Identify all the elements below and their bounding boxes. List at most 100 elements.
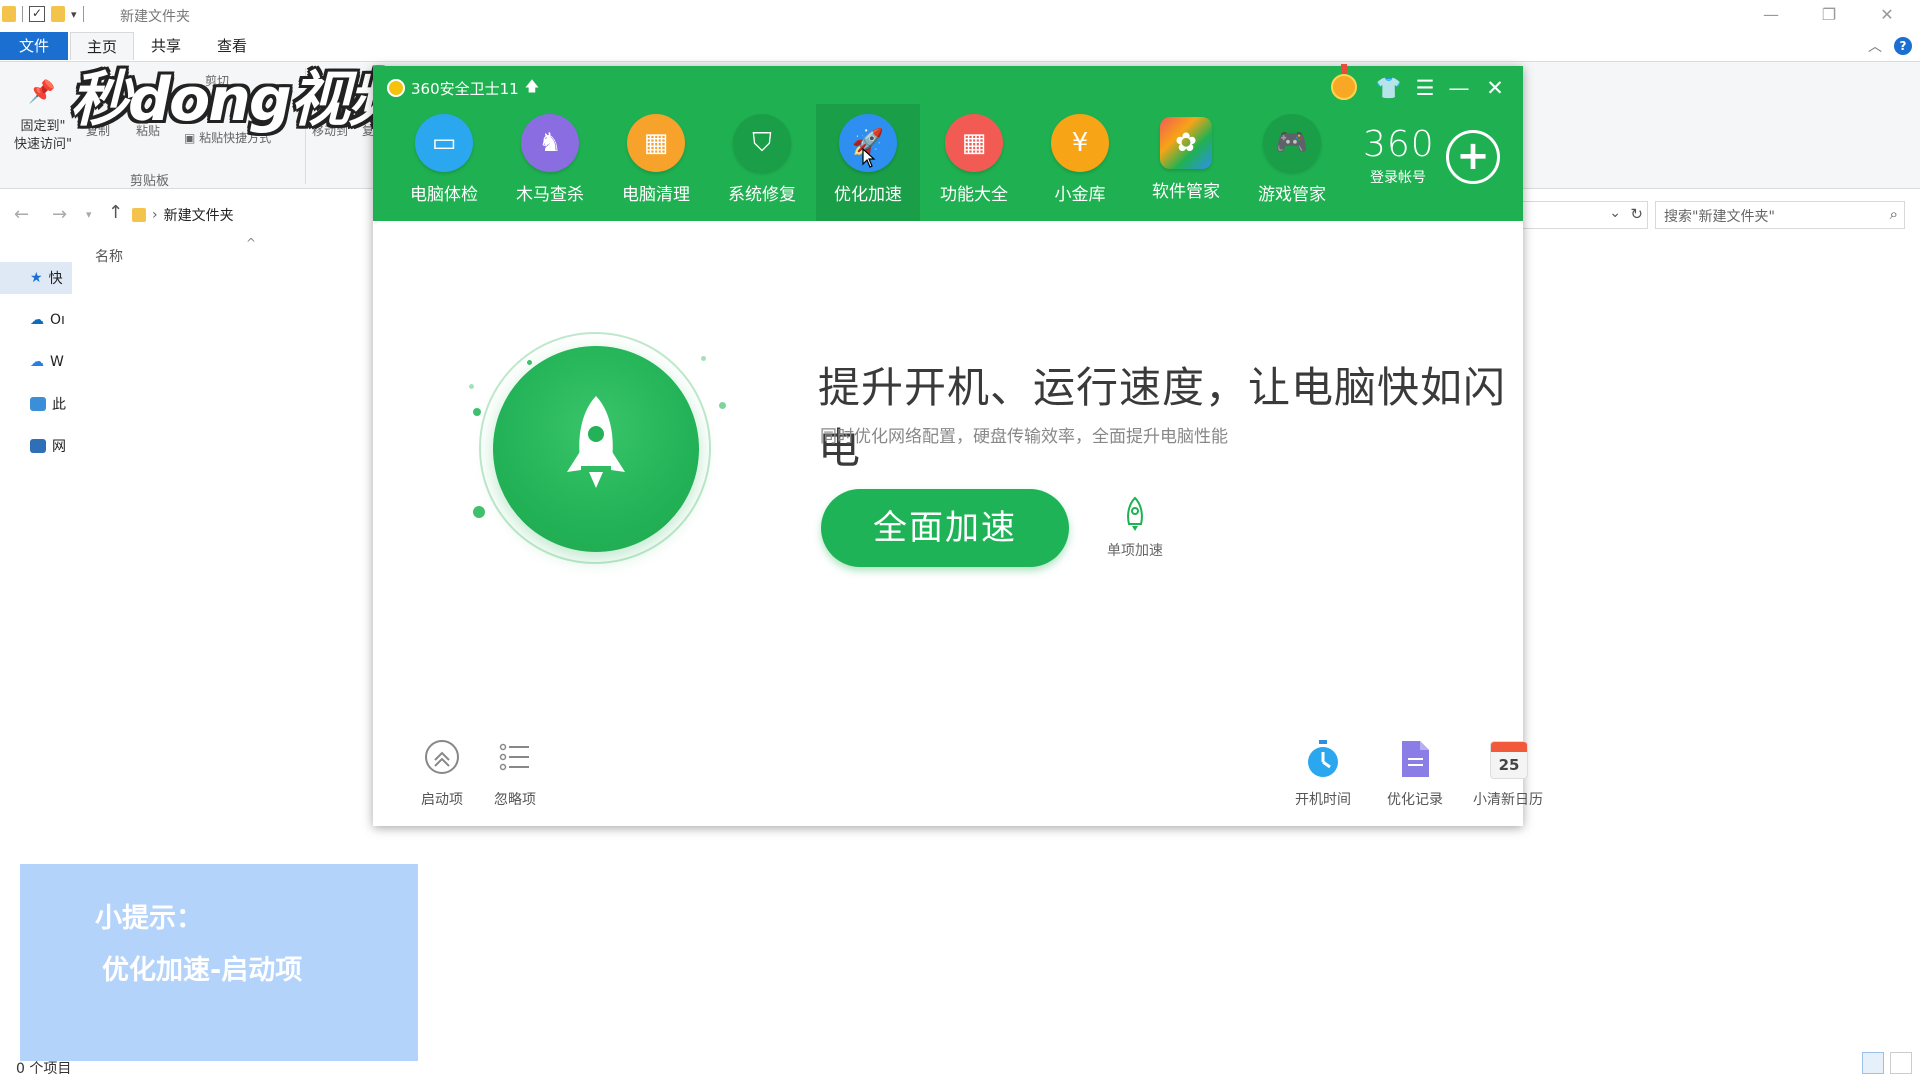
column-header-name[interactable]: 名称 <box>95 246 123 266</box>
gamepad-icon: 🎮 <box>1263 114 1321 172</box>
app-360-title-bar: 360安全卫士11 🡅 <box>387 76 539 100</box>
explorer-title-bar: ✓ ▾ 新建文件夹 — ❐ ✕ <box>0 0 1920 30</box>
app-360-title: 360安全卫士11 <box>411 79 519 98</box>
nav-game-manager[interactable]: 🎮 游戏管家 <box>1240 104 1344 221</box>
nav-item-label: 快 <box>48 271 63 287</box>
view-toggle <box>1862 1052 1912 1074</box>
tab-file[interactable]: 文件 <box>0 32 68 60</box>
calendar-label: 小清新日历 <box>1473 792 1543 808</box>
nav-item-label: 此 <box>52 397 66 413</box>
nav-vault[interactable]: ¥ 小金库 <box>1028 104 1132 221</box>
full-speedup-button[interactable]: 全面加速 <box>821 489 1069 567</box>
single-speedup-button[interactable]: 单项加速 <box>1100 496 1170 560</box>
close-icon[interactable]: ✕ <box>1481 74 1509 102</box>
close-button[interactable]: ✕ <box>1858 2 1916 28</box>
back-button[interactable]: ← <box>14 204 29 225</box>
ignored-items-label: 忽略项 <box>494 792 536 808</box>
nav-item-this-pc[interactable]: 此 <box>0 388 72 420</box>
nav-item-onedrive[interactable]: ☁ Oı <box>0 304 72 336</box>
broom-icon: ▦ <box>627 114 685 172</box>
boot-time-label: 开机时间 <box>1295 792 1351 808</box>
horse-icon: ♞ <box>521 114 579 172</box>
nav-label: 优化加速 <box>834 185 902 205</box>
folder-icon <box>132 208 146 222</box>
minimize-icon[interactable]: — <box>1445 74 1473 102</box>
pin-to-quick-access-button[interactable]: 固定到" 快速访问" <box>8 118 78 154</box>
nav-label: 功能大全 <box>940 185 1008 205</box>
coin-icon: ¥ <box>1051 114 1109 172</box>
apps-icon: ✿ <box>1160 117 1212 169</box>
nav-label: 游戏管家 <box>1258 185 1326 205</box>
tip-box: 小提示： 优化加速-启动项 <box>20 864 418 1061</box>
ignored-items-button[interactable]: 忽略项 <box>470 739 560 809</box>
nav-label: 电脑清理 <box>622 185 690 205</box>
collapse-ribbon-icon[interactable]: ︿ <box>1868 36 1882 56</box>
status-bar-text: 0 个项目 <box>16 1061 72 1077</box>
boot-time-button[interactable]: 开机时间 <box>1278 739 1368 809</box>
new-folder-icon[interactable] <box>51 6 65 22</box>
divider <box>22 6 23 22</box>
nav-software-manager[interactable]: ✿ 软件管家 <box>1134 104 1238 221</box>
grid-icon: ▦ <box>945 114 1003 172</box>
tab-home[interactable]: 主页 <box>70 32 134 60</box>
divider <box>82 6 84 22</box>
calendar-day: 25 <box>1498 756 1520 774</box>
help-icon[interactable]: ? <box>1894 37 1912 55</box>
mouse-cursor-icon <box>862 148 876 168</box>
computer-icon <box>30 397 46 411</box>
tab-view[interactable]: 查看 <box>206 32 258 60</box>
decor-dot <box>701 356 706 361</box>
app-360-header: 360安全卫士11 🡅 👕 ☰ — ✕ ▭ 电脑体检 ♞ 木马查杀 ▦ 电脑清理… <box>373 64 1523 221</box>
list-icon <box>499 743 529 771</box>
add-plus-icon[interactable]: + <box>1446 130 1500 184</box>
forward-button[interactable]: → <box>52 204 67 225</box>
address-dropdown-icon[interactable]: ⌄ <box>1609 205 1621 221</box>
calendar-button[interactable]: 25 小清新日历 <box>1463 739 1553 809</box>
upgrade-arrow-icon[interactable]: 🡅 <box>525 76 539 100</box>
optimize-history-button[interactable]: 优化记录 <box>1370 739 1460 809</box>
login-account[interactable]: 360 登录帐号 <box>1363 124 1434 187</box>
nav-item-quick-access[interactable]: ★ 快 <box>0 262 72 294</box>
nav-item-label: Oı <box>50 312 65 328</box>
customize-toolbar-icon[interactable]: ▾ <box>71 8 77 21</box>
app-360-window: 360安全卫士11 🡅 👕 ☰ — ✕ ▭ 电脑体检 ♞ 木马查杀 ▦ 电脑清理… <box>373 64 1543 826</box>
refresh-icon[interactable]: ↻ <box>1630 205 1643 223</box>
quick-access-toolbar: ✓ ▾ <box>2 6 84 22</box>
clipboard-group-label: 剪贴板 <box>130 174 170 189</box>
nav-label: 软件管家 <box>1152 182 1220 202</box>
minimize-button[interactable]: — <box>1742 2 1800 28</box>
up-button[interactable]: ↑ <box>108 202 123 223</box>
pin-label-line1: 固定到" <box>20 119 66 134</box>
decor-dot <box>473 408 481 416</box>
menu-icon[interactable]: ☰ <box>1411 74 1439 102</box>
tip-title: 小提示： <box>95 903 203 934</box>
calendar-icon: 25 <box>1490 741 1528 779</box>
boot-time-icon-wrap <box>1278 739 1368 783</box>
shield-icon: ⛉ <box>733 114 791 172</box>
recent-locations-icon[interactable]: ▾ <box>86 208 92 221</box>
nav-all-functions[interactable]: ▦ 功能大全 <box>922 104 1026 221</box>
nav-cleanup[interactable]: ▦ 电脑清理 <box>604 104 708 221</box>
breadcrumb-chevron-icon: › <box>152 207 158 223</box>
address-bar-right: ⌄ ↻ <box>1520 201 1648 229</box>
restore-button[interactable]: ❐ <box>1800 2 1858 28</box>
decor-dot <box>473 506 485 518</box>
tab-share[interactable]: 共享 <box>140 32 192 60</box>
cloud-outline-icon: ☁ <box>30 354 44 370</box>
address-bar[interactable]: › 新建文件夹 <box>132 201 372 229</box>
properties-icon[interactable]: ✓ <box>29 6 45 22</box>
nav-item-wps-cloud[interactable]: ☁ W <box>0 346 72 378</box>
nav-item-network[interactable]: 网 <box>0 430 72 462</box>
nav-system-repair[interactable]: ⛉ 系统修复 <box>710 104 814 221</box>
search-input[interactable]: 搜索"新建文件夹" ⌕ <box>1655 201 1905 229</box>
large-icons-view-button[interactable] <box>1890 1052 1912 1074</box>
sort-caret-icon: ^ <box>246 236 257 250</box>
pin-icon[interactable]: 📌 <box>28 80 55 105</box>
skin-icon[interactable]: 👕 <box>1375 74 1403 102</box>
account-label: 登录帐号 <box>1370 170 1426 186</box>
breadcrumb[interactable]: 新建文件夹 <box>164 205 234 225</box>
nav-trojan-scan[interactable]: ♞ 木马查杀 <box>498 104 602 221</box>
medal-icon[interactable] <box>1331 64 1357 100</box>
nav-computer-checkup[interactable]: ▭ 电脑体检 <box>392 104 496 221</box>
details-view-button[interactable] <box>1862 1052 1884 1074</box>
